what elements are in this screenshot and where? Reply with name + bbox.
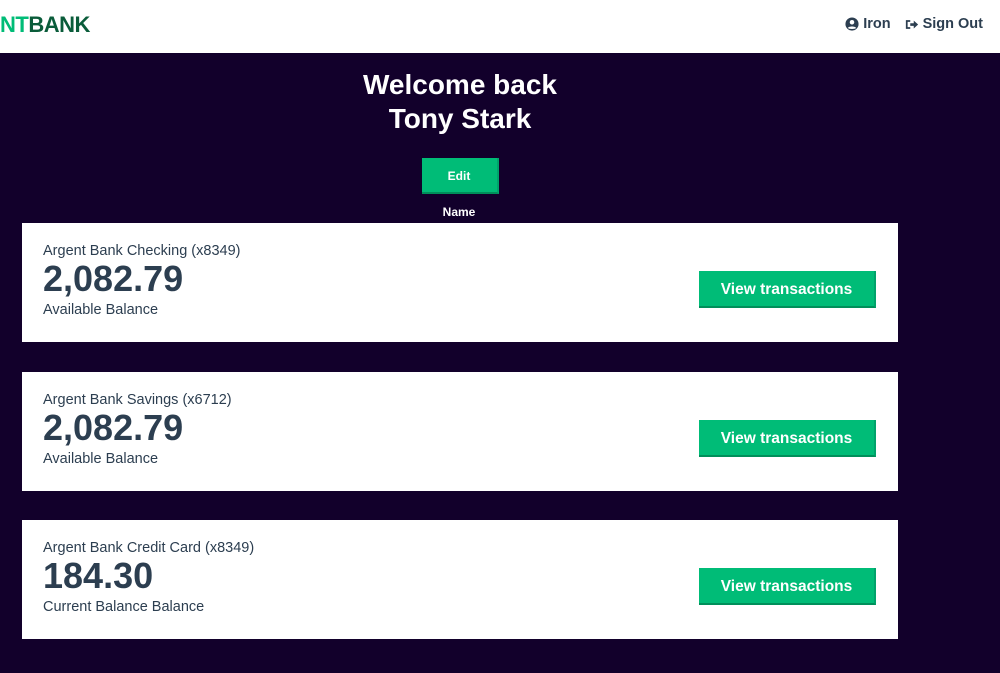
logo-text-part2: BANK <box>28 12 90 37</box>
user-full-name: Tony Stark <box>388 103 532 134</box>
sign-out-label: Sign Out <box>922 16 983 32</box>
account-title: Argent Bank Credit Card (x8349) <box>43 540 255 556</box>
logo-text-part1: NT <box>0 12 29 37</box>
view-transactions-button[interactable]: View transactions <box>699 271 876 308</box>
bank-logo[interactable]: NTBANK <box>0 12 90 38</box>
nav-actions: Iron Sign Out <box>845 14 983 34</box>
user-circle-icon <box>845 17 859 31</box>
edit-name-button[interactable]: Edit Name <box>421 158 499 219</box>
account-amount: 2,082.79 <box>43 258 184 299</box>
account-title: Argent Bank Checking (x8349) <box>43 243 241 259</box>
account-amount: 2,082.79 <box>43 407 184 448</box>
sign-out-icon <box>905 18 919 31</box>
account-amount-description: Available Balance <box>43 302 159 318</box>
account-card-savings: Argent Bank Savings (x6712) 2,082.79 Ava… <box>22 372 898 491</box>
top-navbar: NTBANK Iron Sign Out <box>0 0 1000 53</box>
account-title: Argent Bank Savings (x6712) <box>43 392 232 408</box>
welcome-line: Welcome back <box>362 69 558 100</box>
account-amount-description: Current Balance Balance <box>43 599 205 615</box>
account-card-checking: Argent Bank Checking (x8349) 2,082.79 Av… <box>22 223 898 342</box>
account-amount: 184.30 <box>43 555 154 596</box>
profile-username: Iron <box>863 16 891 32</box>
account-card-credit: Argent Bank Credit Card (x8349) 184.30 C… <box>22 520 898 639</box>
profile-link[interactable]: Iron <box>845 16 891 32</box>
account-amount-description: Available Balance <box>43 451 159 467</box>
welcome-header: Welcome back Tony Stark Edit Name <box>0 53 920 221</box>
sign-out-link[interactable]: Sign Out <box>905 16 983 32</box>
view-transactions-button[interactable]: View transactions <box>699 568 876 605</box>
welcome-title: Welcome back Tony Stark <box>0 68 920 136</box>
view-transactions-button[interactable]: View transactions <box>699 420 876 457</box>
